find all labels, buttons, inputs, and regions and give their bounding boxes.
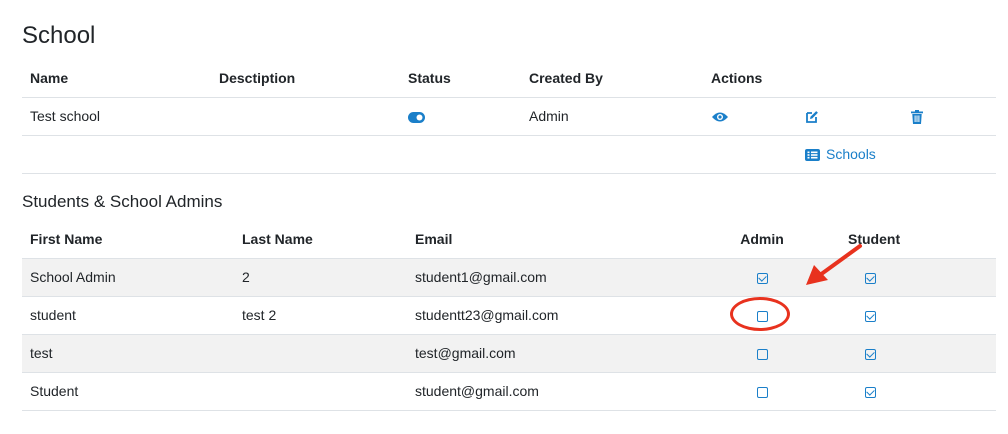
admin-checkbox[interactable]: [756, 348, 768, 360]
first-name: test: [30, 345, 53, 361]
last-name: [234, 372, 407, 410]
students-section-title: Students & School Admins: [22, 192, 223, 211]
column-header-actions: Actions: [711, 69, 763, 86]
eye-icon[interactable]: [711, 111, 729, 123]
column-header-last-name: Last Name: [242, 230, 313, 247]
annotation-arrow: [800, 240, 866, 293]
first-name: student: [30, 307, 76, 323]
column-header-created-by: Created By: [529, 69, 603, 86]
email: test@gmail.com: [415, 345, 516, 361]
column-header-status: Status: [408, 69, 451, 86]
last-name: [234, 334, 407, 372]
school-table: Name Desctiption Status Created By Actio…: [22, 59, 996, 174]
last-name: 2: [242, 269, 250, 285]
email: student1@gmail.com: [415, 269, 547, 285]
schools-link-label: Schools: [826, 146, 876, 162]
student-checkbox[interactable]: [865, 348, 876, 360]
school-name: Test school: [30, 108, 101, 124]
email: studentt23@gmail.com: [415, 307, 559, 323]
admin-checkbox[interactable]: [756, 272, 768, 284]
schools-link[interactable]: Schools: [805, 146, 876, 162]
column-header-description: Desctiption: [219, 69, 296, 86]
view-action-cell: [703, 97, 797, 135]
column-header-name: Name: [30, 69, 69, 86]
table-row: student test 2 studentt23@gmail.com: [22, 296, 996, 334]
student-checkbox[interactable]: [865, 386, 876, 398]
table-row: Student student@gmail.com: [22, 372, 996, 410]
table-row: Test school Admin: [22, 97, 996, 135]
student-checkbox[interactable]: [865, 272, 876, 284]
annotation-circle: [730, 297, 790, 331]
status-cell: [400, 97, 521, 135]
column-header-email: Email: [415, 230, 453, 247]
delete-action-cell: [903, 97, 996, 135]
school-table-header: Name Desctiption Status Created By Actio…: [22, 59, 996, 97]
first-name: Student: [30, 383, 79, 399]
student-checkbox[interactable]: [865, 310, 876, 322]
admin-checkbox[interactable]: [756, 386, 768, 398]
first-name: School Admin: [30, 269, 116, 285]
list-icon: [805, 149, 820, 162]
email: student@gmail.com: [415, 383, 539, 399]
page-title: School: [22, 22, 96, 49]
school-description: [211, 97, 400, 135]
column-header-first-name: First Name: [30, 230, 103, 247]
toggle-on-icon[interactable]: [408, 111, 425, 123]
table-row: Schools: [22, 135, 996, 173]
trash-icon[interactable]: [911, 110, 923, 125]
edit-action-cell: [797, 97, 903, 135]
edit-icon[interactable]: [805, 110, 819, 124]
table-row: test test@gmail.com: [22, 334, 996, 372]
last-name: test 2: [242, 307, 277, 323]
created-by: Admin: [529, 108, 569, 124]
schools-link-cell: Schools: [797, 135, 996, 173]
